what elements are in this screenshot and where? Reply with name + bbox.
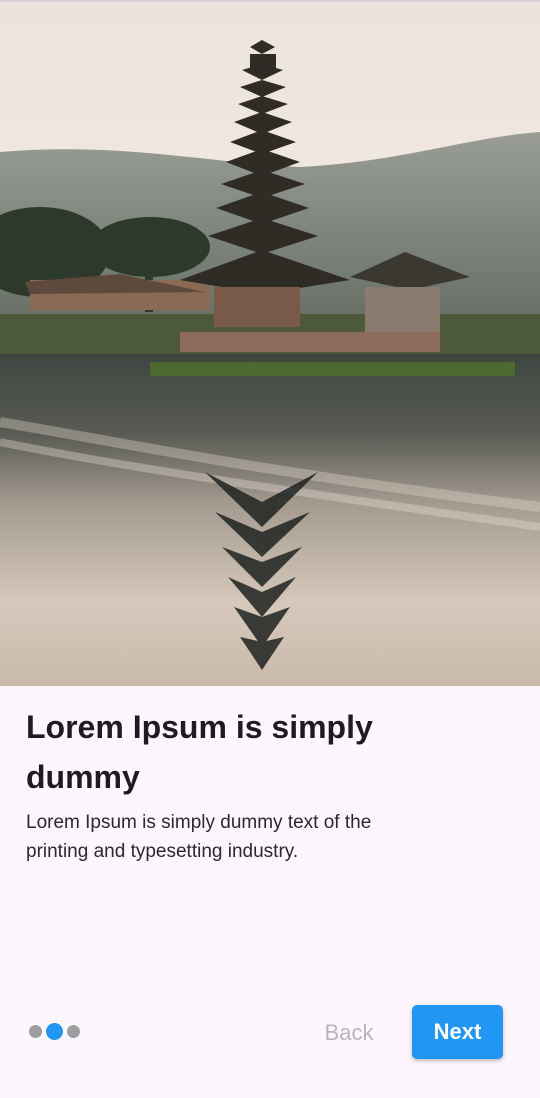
page-dot-1[interactable] bbox=[29, 1025, 42, 1038]
onboarding-footer: Back Next bbox=[0, 1005, 540, 1061]
onboarding-content: Lorem Ipsum is simply dummy Lorem Ipsum … bbox=[26, 702, 406, 866]
page-dot-2-active[interactable] bbox=[46, 1023, 63, 1040]
page-indicator bbox=[29, 1023, 80, 1040]
hero-image bbox=[0, 0, 540, 686]
page-description: Lorem Ipsum is simply dummy text of the … bbox=[26, 812, 372, 862]
back-button[interactable]: Back bbox=[308, 1013, 390, 1053]
next-button[interactable]: Next bbox=[412, 1005, 503, 1059]
onboarding-screen: Lorem Ipsum is simply dummy Lorem Ipsum … bbox=[0, 0, 540, 1098]
page-title: Lorem Ipsum is simply dummy bbox=[26, 709, 373, 795]
page-dot-3[interactable] bbox=[67, 1025, 80, 1038]
temple-lake-photo-icon bbox=[0, 2, 540, 686]
